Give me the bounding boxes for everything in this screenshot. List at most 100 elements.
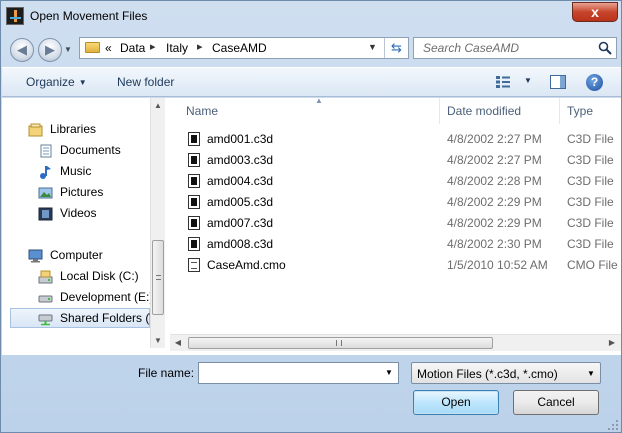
file-name-input[interactable] [199,363,379,383]
file-type-select[interactable]: Motion Files (*.c3d, *.cmo) ▼ [411,362,601,384]
c3d-file-icon [188,153,200,167]
address-bar[interactable]: « Data ▸ Italy ▸ CaseAMD ▼ ⇆ [79,37,409,59]
nav-item-label: Libraries [50,122,97,136]
file-row[interactable]: amd008.c3d 4/8/2002 2:30 PM C3D File [170,234,621,255]
scrollbar-thumb[interactable] [152,240,164,315]
nav-item-local-disk[interactable]: Local Disk (C:) [38,267,148,287]
column-header-date[interactable]: Date modified [439,98,559,124]
column-header-name[interactable]: ▲ Name [178,98,440,124]
file-name: amd008.c3d [207,237,274,251]
scrollbar-thumb[interactable] [188,337,493,349]
nav-item-documents[interactable]: Documents [38,141,148,161]
nav-item-videos[interactable]: Videos [38,204,148,224]
nav-item-music[interactable]: Music [38,162,148,182]
organize-label: Organize [26,75,75,89]
forward-button[interactable]: ▶ [38,38,62,62]
c3d-file-icon [188,237,200,251]
breadcrumb-separator[interactable]: ▸ [197,40,203,53]
search-input[interactable] [414,38,594,58]
c3d-file-icon [188,195,200,209]
file-date: 4/8/2002 2:29 PM [447,216,542,230]
file-row[interactable]: amd007.c3d 4/8/2002 2:29 PM C3D File [170,213,621,234]
cmo-file-icon [188,258,200,272]
file-row[interactable]: amd004.c3d 4/8/2002 2:28 PM C3D File [170,171,621,192]
refresh-button[interactable]: ⇆ [384,38,408,58]
recent-pages-dropdown[interactable]: ▼ [64,45,72,54]
nav-item-label: Videos [60,206,97,220]
arrow-right-icon: ▶ [45,42,55,57]
search-box[interactable] [413,37,617,59]
help-icon[interactable]: ? [586,74,603,91]
nav-item-label: Documents [60,143,121,157]
file-row[interactable]: amd005.c3d 4/8/2002 2:29 PM C3D File [170,192,621,213]
change-view-icon[interactable] [495,75,511,89]
nav-item-label: Computer [50,248,103,262]
file-date: 4/8/2002 2:28 PM [447,174,542,188]
nav-pane-vertical-scrollbar[interactable]: ▲ ▼ [150,98,165,348]
grip-icon [336,340,342,346]
breadcrumb-separator[interactable]: ▸ [150,40,156,53]
sort-ascending-icon: ▲ [315,98,323,105]
nav-item-shared-folders[interactable]: Shared Folders (\\ [10,308,150,328]
file-row[interactable]: CaseAmd.cmo 1/5/2010 10:52 AM CMO File [170,255,621,276]
file-row[interactable]: amd003.c3d 4/8/2002 2:27 PM C3D File [170,150,621,171]
scroll-up-arrow-icon[interactable]: ▲ [151,98,165,113]
nav-item-development-drive[interactable]: Development (E:) [38,288,150,308]
scroll-down-arrow-icon[interactable]: ▼ [151,333,165,348]
c3d-file-icon [188,132,200,146]
file-date: 4/8/2002 2:30 PM [447,237,542,251]
organize-button[interactable]: Organize ▼ [26,75,87,89]
drive-icon [38,295,53,303]
file-type: C3D File [567,216,614,230]
resize-grip-icon[interactable] [607,419,619,431]
column-header-label: Date modified [447,104,522,118]
nav-item-computer[interactable]: Computer [28,246,146,266]
navigation-pane[interactable]: Libraries Documents Music Pictures Video… [2,98,150,355]
back-button[interactable]: ◀ [10,38,34,62]
c3d-file-icon [188,216,200,230]
view-options-dropdown[interactable]: ▼ [524,76,532,85]
nav-item-pictures[interactable]: Pictures [38,183,148,203]
breadcrumb-caseamd[interactable]: CaseAMD [212,41,267,55]
breadcrumb-data[interactable]: Data [120,41,145,55]
address-dropdown-arrow-icon[interactable]: ▼ [368,42,377,52]
file-type: C3D File [567,153,614,167]
c3d-file-icon [188,174,200,188]
new-folder-button[interactable]: New folder [117,75,174,89]
file-name: amd001.c3d [207,132,274,146]
title-bar[interactable]: Open Movement Files x [1,1,621,31]
nav-item-label: Shared Folders (\\ [60,311,150,325]
content-area: Libraries Documents Music Pictures Video… [2,98,621,355]
file-type: C3D File [567,174,614,188]
documents-icon [40,144,52,158]
file-name-label: File name: [138,366,195,380]
file-row[interactable]: amd001.c3d 4/8/2002 2:27 PM C3D File [170,129,621,150]
file-type: C3D File [567,195,614,209]
cancel-button[interactable]: Cancel [513,390,599,415]
dropdown-arrow-icon[interactable]: ▼ [385,368,393,377]
breadcrumb-italy[interactable]: Italy [166,41,188,55]
file-list[interactable]: ▲ Name Date modified Type amd001.c3d 4/8… [170,98,621,355]
search-icon[interactable] [598,41,612,55]
scroll-left-arrow-icon[interactable]: ◀ [170,335,186,351]
nav-item-label: Pictures [60,185,104,199]
file-name: amd007.c3d [207,216,274,230]
scroll-right-arrow-icon[interactable]: ▶ [604,335,620,351]
file-name: amd003.c3d [207,153,274,167]
file-date: 4/8/2002 2:29 PM [447,195,542,209]
local-disk-icon [38,270,53,284]
file-list-horizontal-scrollbar[interactable]: ◀ ▶ [170,334,621,351]
breadcrumb-overflow[interactable]: « [105,41,112,55]
file-name: amd004.c3d [207,174,274,188]
close-button[interactable]: x [572,2,618,22]
column-header-type[interactable]: Type [559,98,621,124]
computer-icon [28,249,43,263]
videos-icon [38,207,53,221]
file-name-combobox[interactable]: ▼ [198,362,399,384]
nav-item-libraries[interactable]: Libraries [28,120,146,140]
file-date: 4/8/2002 2:27 PM [447,132,542,146]
open-button[interactable]: Open [413,390,499,415]
preview-pane-icon[interactable] [550,75,566,89]
music-icon [40,166,51,179]
nav-item-label: Local Disk (C:) [60,269,139,283]
